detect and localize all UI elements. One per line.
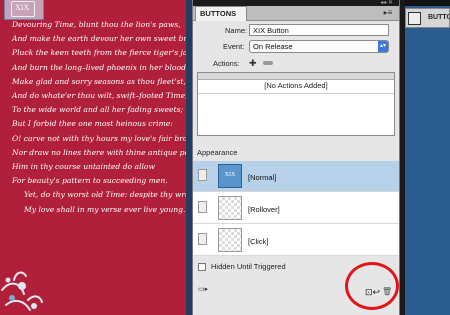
poem-line: And burn the long–lived phoenix in her b…: [12, 62, 186, 72]
pasteboard-right: [400, 0, 450, 315]
eye-icon[interactable]: [198, 201, 207, 213]
minus-icon[interactable]: [263, 61, 273, 65]
poem-line: Nor draw no lines there with thine antiq…: [12, 147, 186, 157]
tab-buttons[interactable]: BUTTONS: [195, 6, 247, 21]
panel-menu-icon[interactable]: ▸≡: [381, 8, 395, 18]
actions-list-header: [198, 73, 394, 80]
poem-text-frame[interactable]: Devouring Time, blunt thou the lion's pa…: [12, 18, 186, 217]
dropdown-arrow-icon: ▴▾: [378, 41, 388, 52]
highlight-circle: [345, 262, 399, 310]
appearance-list: XIX [Normal] [Rollover] [Click]: [193, 161, 399, 256]
appearance-row-normal[interactable]: XIX [Normal]: [193, 161, 399, 192]
plus-icon[interactable]: ✚: [249, 58, 257, 69]
appearance-thumbnail: XIX: [218, 164, 242, 188]
actions-empty-text: [No Actions Added]: [264, 81, 328, 90]
divider: [198, 93, 394, 94]
actions-list[interactable]: [No Actions Added]: [197, 72, 395, 136]
eye-icon[interactable]: [198, 233, 207, 245]
document-canvas[interactable]: XIX Devouring Time, blunt thou the lion'…: [0, 0, 186, 315]
appearance-name: [Click]: [248, 237, 269, 246]
event-dropdown[interactable]: On Release ▴▾: [249, 40, 389, 53]
appearance-label: Appearance: [197, 148, 238, 157]
poem-line: And make the earth devour her own sweet …: [12, 34, 186, 44]
thumbnail-label: XIX: [224, 172, 236, 178]
poem-line: My love shall in my verse ever live youn…: [24, 204, 186, 214]
right-panel-titlebar: [400, 0, 450, 6]
hidden-until-triggered-checkbox[interactable]: [198, 263, 206, 271]
name-field[interactable]: XIX Button: [249, 24, 389, 36]
appearance-name: [Normal]: [248, 173, 277, 182]
button-object-thumbnail[interactable]: XIX: [4, 0, 44, 20]
appearance-row-rollover[interactable]: [Rollover]: [193, 193, 399, 224]
right-panel-divider: [400, 0, 405, 315]
event-dropdown-value: On Release: [253, 42, 293, 51]
appearance-thumbnail: [218, 228, 242, 252]
appearance-name: [Rollover]: [248, 205, 280, 214]
poem-line: Him in thy course untainted do allow: [12, 162, 155, 172]
poem-line: And do whate'er thou wilt, swift–footed …: [12, 91, 186, 101]
buttons-panel-icon[interactable]: [408, 12, 421, 25]
poem-line: To the wide world and all her fading swe…: [12, 105, 184, 115]
poem-line: O! carve not with thy hours my love's fa…: [12, 133, 186, 143]
poem-line: Yet, do thy worst old Time: despite thy …: [24, 190, 186, 200]
hidden-until-triggered-label: Hidden Until Triggered: [211, 262, 286, 271]
eye-icon[interactable]: [198, 169, 207, 181]
poem-line: For beauty's pattern to succeeding men.: [12, 176, 168, 186]
appearance-row-click[interactable]: [Click]: [193, 225, 399, 256]
name-label: Name:: [225, 26, 248, 35]
poem-line: Devouring Time, blunt thou the lion's pa…: [12, 20, 181, 29]
appearance-thumbnail: [218, 196, 242, 220]
poem-line: But I forbid thee one most heinous crime…: [12, 119, 173, 129]
poem-line: Pluck the keen teeth from the fierce tig…: [12, 48, 186, 58]
poem-line: Make glad and sorry seasons as thou flee…: [12, 76, 186, 86]
button-object-label: XIX: [15, 3, 30, 12]
floral-ornament-icon: [1, 271, 43, 311]
actions-label: Actions:: [213, 59, 240, 68]
preview-icon[interactable]: ▭▸: [198, 285, 208, 293]
event-label: Event:: [223, 42, 245, 51]
